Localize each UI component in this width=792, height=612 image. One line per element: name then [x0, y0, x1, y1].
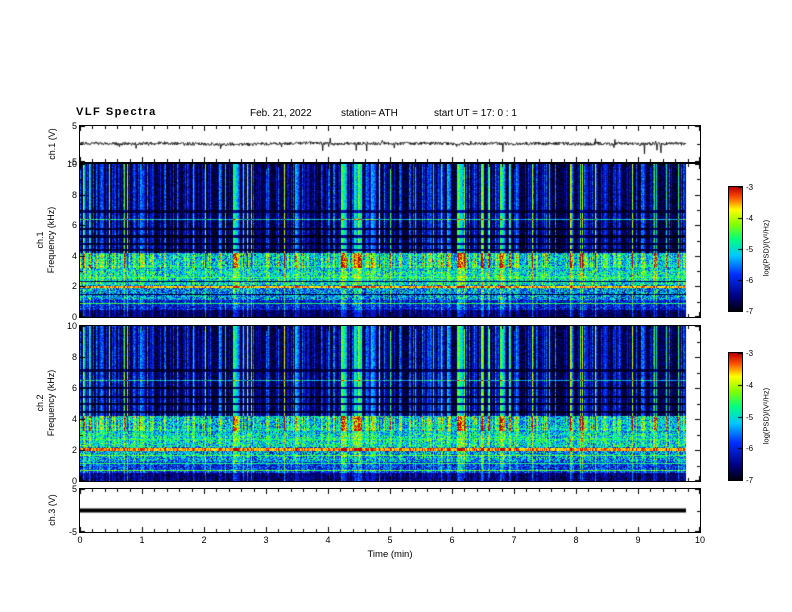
colorbar-tick-label: -7: [746, 307, 754, 316]
x-tick-label: 2: [201, 535, 207, 545]
y-tick-label: 8: [71, 352, 77, 362]
colorbar-tick-label: -4: [746, 214, 754, 223]
y-tick-label: 4: [71, 414, 77, 424]
ch2-spectrogram-canvas: [80, 326, 700, 481]
colorbar-tick-label: -5: [746, 245, 754, 254]
colorbar-ch2: [728, 352, 743, 481]
colorbar-tick-label: -5: [746, 412, 754, 422]
x-tick-label: 1: [139, 535, 145, 545]
ch2-frequency-axis-label-line1: ch.2: [35, 394, 45, 412]
y-tick-label: 6: [71, 220, 77, 231]
ch3-waveform-canvas: [80, 489, 700, 532]
y-tick-label: 5: [71, 484, 77, 494]
ch1-spectrogram-panel: [79, 163, 701, 318]
vlf-spectra-figure: VLF Spectra Feb. 21, 2022 station= ATH s…: [0, 0, 792, 612]
ch1-frequency-axis-label-line2: Frequency (kHz): [46, 206, 56, 274]
x-tick-label: 4: [325, 535, 331, 545]
ch2-frequency-axis-label-line2: Frequency (kHz): [46, 369, 56, 437]
colorbar-tick-label: -4: [746, 380, 754, 390]
colorbar-tick-label: -6: [746, 444, 754, 454]
time-axis-label: Time (min): [367, 549, 413, 560]
y-tick-label: 10: [66, 321, 77, 331]
colorbar-tick-label: -6: [746, 276, 754, 285]
ch1-voltage-axis-label: ch.1 (V): [47, 128, 57, 160]
ch1-frequency-axis-label-line1: ch.1: [35, 231, 45, 249]
colorbar-ch1: [728, 186, 743, 312]
ch3-waveform-panel: [79, 488, 701, 533]
y-tick-label: 6: [71, 383, 77, 393]
y-tick-label: 2: [71, 281, 77, 292]
x-tick-label: 8: [573, 535, 579, 545]
y-tick-label: 10: [66, 159, 77, 169]
ch1-frequency-axis-label: ch.1 Frequency (kHz): [35, 207, 57, 274]
ch1-waveform-canvas: [80, 126, 700, 162]
x-tick-label: 7: [511, 535, 517, 545]
x-tick-label: 10: [694, 535, 705, 545]
y-tick-label: 5: [71, 121, 77, 131]
figure-title: VLF Spectra: [76, 106, 157, 118]
y-tick-label: 8: [71, 189, 77, 200]
start-ut-label: start UT = 17: 0 : 1: [434, 108, 517, 119]
ch3-voltage-axis-label: ch.3 (V): [47, 494, 57, 526]
ch2-spectrogram-panel: [79, 325, 701, 482]
x-tick-label: 0: [77, 535, 83, 545]
x-tick-label: 5: [387, 535, 393, 545]
x-tick-label: 9: [635, 535, 641, 545]
figure-date: Feb. 21, 2022: [250, 108, 312, 119]
colorbar-ch2-canvas: [729, 353, 742, 480]
x-tick-label: 3: [263, 535, 269, 545]
station-label: station= ATH: [341, 108, 398, 119]
ch1-spectrogram-canvas: [80, 164, 700, 317]
ch2-frequency-axis-label: ch.2 Frequency (kHz): [35, 370, 57, 437]
colorbar-tick-label: -7: [746, 476, 754, 485]
colorbar-tick-label: -3: [746, 349, 754, 358]
x-tick-label: 6: [449, 535, 455, 545]
colorbar-tick-label: -3: [746, 183, 754, 192]
colorbar-ch1-canvas: [729, 187, 742, 311]
y-tick-label: 4: [71, 250, 77, 261]
ch1-waveform-panel: [79, 125, 701, 163]
y-tick-label: 2: [71, 445, 77, 455]
